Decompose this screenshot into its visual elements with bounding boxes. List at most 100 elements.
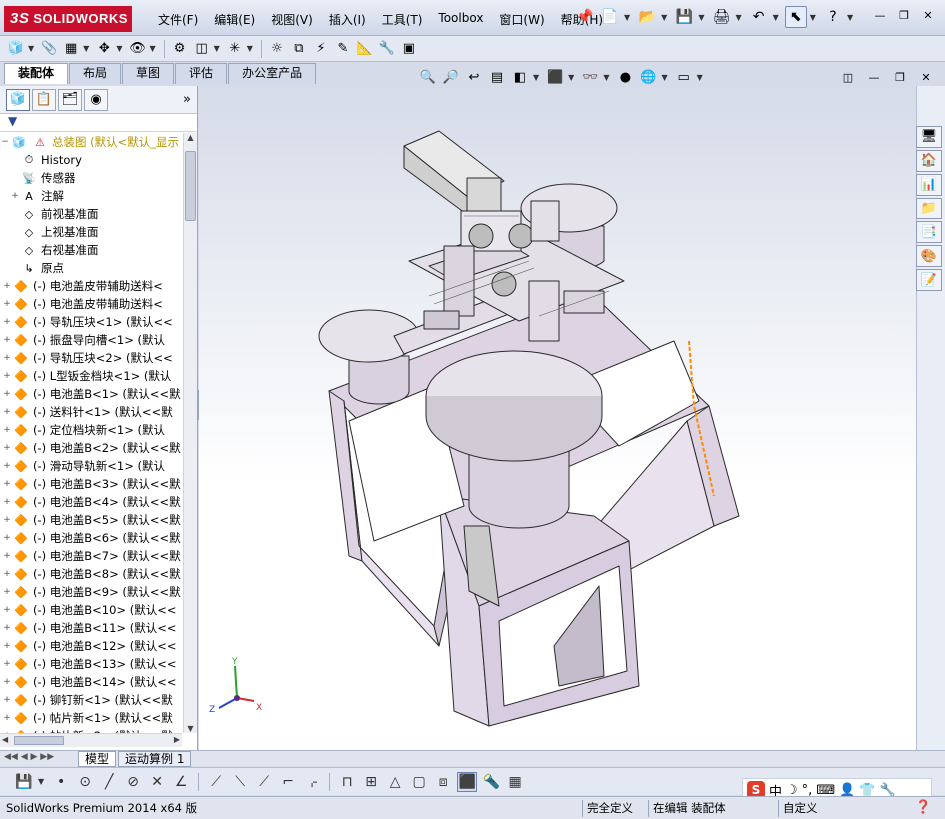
solidworks-resources-icon[interactable]: 🖥: [916, 126, 942, 148]
point-icon[interactable]: •: [51, 772, 71, 792]
tree-part[interactable]: + 🔶 (-) 电池盖B<5> (默认<<默: [0, 511, 182, 529]
new-dropdown-icon[interactable]: ▼: [624, 13, 630, 22]
expand-icon[interactable]: +: [2, 425, 12, 435]
save-dropdown-icon[interactable]: ▼: [698, 13, 704, 22]
tab-nav-arrows-icon[interactable]: ◀◀ ◀ ▶ ▶▶: [4, 752, 54, 762]
menu-toolbox[interactable]: Toolbox: [430, 9, 491, 30]
insert-component-icon[interactable]: 🧊: [6, 39, 26, 59]
angle-icon[interactable]: ∠: [171, 772, 191, 792]
edit-appearance-icon[interactable]: ●: [615, 68, 635, 86]
distance-icon[interactable]: ⊞: [361, 772, 381, 792]
tree-filter[interactable]: ▼: [0, 114, 197, 132]
snapshot-icon[interactable]: ▣: [399, 39, 419, 59]
open-dropdown-icon[interactable]: ▼: [661, 13, 667, 22]
expand-icon[interactable]: +: [2, 443, 12, 453]
expand-icon[interactable]: +: [2, 659, 12, 669]
pattern-dropdown-icon[interactable]: ▼: [83, 44, 89, 53]
display-style-icon[interactable]: ⬛: [545, 68, 565, 86]
line-icon[interactable]: ╱: [99, 772, 119, 792]
tree-scroll-thumb[interactable]: [185, 151, 196, 221]
tree-part[interactable]: + 🔶 (-) 电池盖B<7> (默认<<默: [0, 547, 182, 565]
exploded-view-icon[interactable]: ⧉: [289, 39, 309, 59]
filter-planes-icon[interactable]: ⌌: [302, 772, 322, 792]
expand-icon[interactable]: +: [2, 605, 12, 615]
display-dropdown-icon[interactable]: ▼: [568, 73, 574, 82]
scroll-right-icon[interactable]: ▶: [174, 735, 180, 744]
view-cube-icon[interactable]: ⧈: [433, 772, 453, 792]
tree-part[interactable]: + 🔶 (-) L型钣金档块<1> (默认: [0, 367, 182, 385]
tree-part[interactable]: + 🔶 (-) 滑动导轨新<1> (默认: [0, 457, 182, 475]
feature-tree-tab-icon[interactable]: 🧊: [6, 88, 30, 111]
intersection-icon[interactable]: ✕: [147, 772, 167, 792]
tab-motion-study[interactable]: 运动算例 1: [118, 751, 192, 767]
open-folder-icon[interactable]: 📂: [636, 6, 658, 28]
tab-office-products[interactable]: 办公室产品: [228, 63, 317, 84]
scroll-down-icon[interactable]: ▼: [184, 724, 197, 733]
tree-part[interactable]: + 🔶 (-) 电池盖B<10> (默认<<: [0, 601, 182, 619]
save-dropdown-icon[interactable]: ▼: [38, 777, 44, 786]
tree-part[interactable]: + 🔶 (-) 电池盖B<1> (默认<<默: [0, 385, 182, 403]
menu-window[interactable]: 窗口(W): [491, 9, 552, 30]
apply-scene-icon[interactable]: 🌐: [638, 68, 658, 86]
expand-icon[interactable]: +: [2, 641, 12, 651]
menu-insert[interactable]: 插入(I): [321, 9, 374, 30]
tree-part[interactable]: + 🔶 (-) 电池盖B<13> (默认<<: [0, 655, 182, 673]
settings-dropdown-icon[interactable]: ▼: [697, 73, 703, 82]
section-view-icon[interactable]: ▤: [487, 68, 507, 86]
view-palette-icon[interactable]: 📑: [916, 221, 942, 244]
tree-part[interactable]: + 🔶 (-) 送料针<1> (默认<<默: [0, 403, 182, 421]
tree-hscroll-thumb[interactable]: [14, 736, 64, 745]
instant3d-icon[interactable]: 📐: [355, 39, 375, 59]
bill-of-materials-icon[interactable]: ☼: [267, 39, 287, 59]
tree-part[interactable]: + 🔶 (-) 导轨压块<2> (默认<<: [0, 349, 182, 367]
tree-part[interactable]: + 🔶 (-) 电池盖B<8> (默认<<默: [0, 565, 182, 583]
menu-file[interactable]: 文件(F): [150, 9, 206, 30]
funnel-icon[interactable]: ▼: [8, 114, 17, 128]
move-component-icon[interactable]: ✥: [94, 39, 114, 59]
tree-root[interactable]: − 🧊 ⚠ 总装图 (默认<默认_显示: [0, 133, 182, 151]
minimize-icon[interactable]: —: [871, 8, 889, 24]
status-help-icon[interactable]: ❓: [915, 800, 931, 815]
mate-icon[interactable]: 📎: [39, 39, 59, 59]
filter-edges-icon[interactable]: ⟍: [230, 772, 250, 792]
print-dropdown-icon[interactable]: ▼: [735, 13, 741, 22]
tree-part[interactable]: + 🔶 (-) 电池盖B<4> (默认<<默: [0, 493, 182, 511]
midpoint-icon[interactable]: ⊘: [123, 772, 143, 792]
hide-dropdown-icon[interactable]: ▼: [603, 73, 609, 82]
menu-tools[interactable]: 工具(T): [374, 9, 431, 30]
scroll-left-icon[interactable]: ◀: [2, 735, 8, 744]
tree-part[interactable]: + 🔶 (-) 电池盖B<14> (默认<<: [0, 673, 182, 691]
viewport-close-icon[interactable]: ✕: [917, 70, 935, 86]
new-motion-study-icon[interactable]: ✳: [225, 39, 245, 59]
interference-icon[interactable]: ✎: [333, 39, 353, 59]
shaded-display-icon[interactable]: ⬛: [457, 771, 478, 792]
tree-part[interactable]: + 🔶 (-) 电池盖B<11> (默认<<: [0, 619, 182, 637]
reference-dropdown-icon[interactable]: ▼: [214, 44, 220, 53]
expand-icon[interactable]: +: [2, 389, 12, 399]
tree-part[interactable]: + 🔶 (-) 电池盖皮带辅助送料<: [0, 295, 182, 313]
view-settings-icon[interactable]: ▭: [674, 68, 694, 86]
filter-vertices-icon[interactable]: ⟋: [206, 772, 226, 792]
viewport-split-icon[interactable]: ◫: [839, 70, 857, 86]
select-dropdown-icon[interactable]: ▼: [810, 13, 816, 22]
expand-icon[interactable]: +: [2, 551, 12, 561]
motion-dropdown-icon[interactable]: ▼: [247, 44, 253, 53]
zoom-to-fit-icon[interactable]: 🔍: [418, 68, 438, 86]
tree-part[interactable]: + 🔶 (-) 电池盖B<9> (默认<<默: [0, 583, 182, 601]
tree-item[interactable]: ⏱ History: [0, 151, 182, 169]
expand-icon[interactable]: +: [2, 281, 12, 291]
tab-assembly[interactable]: 装配体: [4, 63, 69, 84]
expand-icon[interactable]: +: [2, 587, 12, 597]
design-library-icon[interactable]: 🏠: [916, 149, 942, 172]
update-speedpak-icon[interactable]: 🔧: [377, 39, 397, 59]
component-pattern-icon[interactable]: ▦: [61, 39, 81, 59]
filter-axes-icon[interactable]: ⌐: [278, 772, 298, 792]
tree-part[interactable]: + 🔶 (-) 定位档块新<1> (默认: [0, 421, 182, 439]
expand-panel-icon[interactable]: »: [183, 92, 191, 107]
appearances-icon[interactable]: 🎨: [916, 245, 942, 268]
tree-part[interactable]: + 🔶 (-) 电池盖皮带辅助送料<: [0, 277, 182, 295]
expand-icon[interactable]: +: [2, 515, 12, 525]
expand-icon[interactable]: +: [2, 677, 12, 687]
tree-part[interactable]: + 🔶 (-) 帖片新<1> (默认<<默: [0, 709, 182, 727]
viewport-restore-icon[interactable]: ❐: [891, 70, 909, 86]
